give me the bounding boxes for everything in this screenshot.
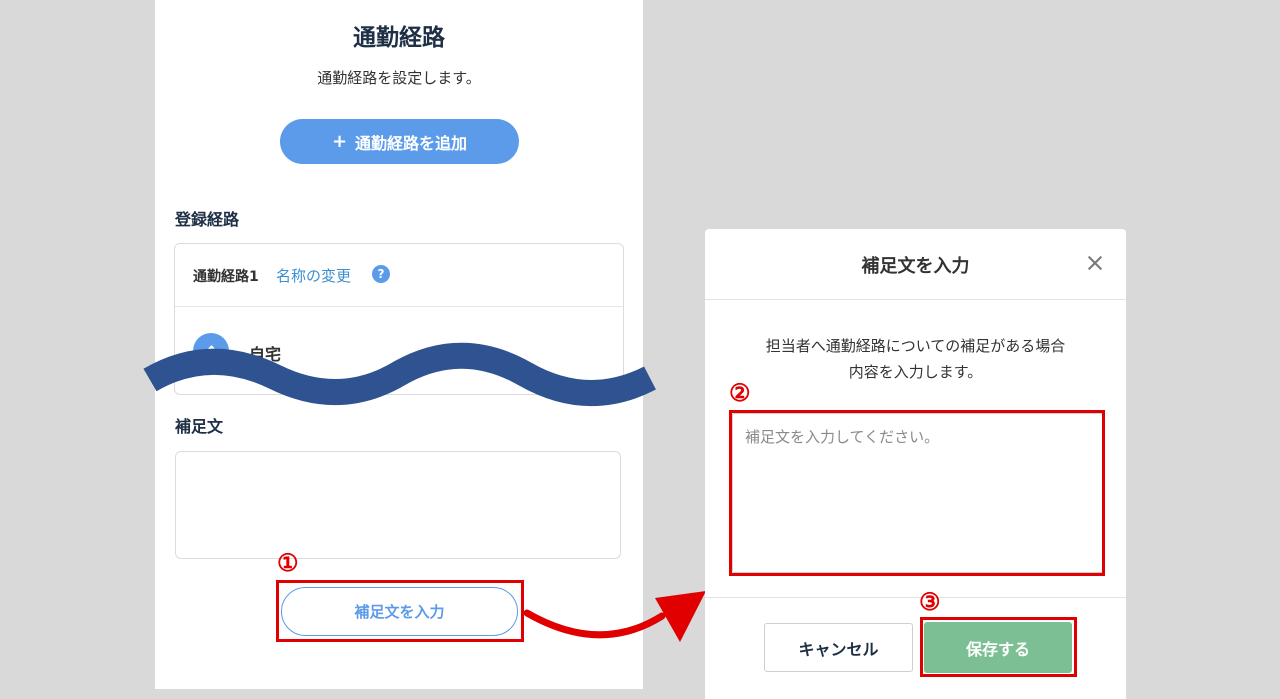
step-3-marker: ③	[919, 587, 941, 616]
save-button[interactable]: 保存する	[924, 622, 1072, 673]
modal-footer-divider	[705, 597, 1126, 598]
modal-header: 補足文を入力	[705, 229, 1126, 300]
add-route-button[interactable]: + 通勤経路を追加	[280, 119, 519, 164]
modal-description-line1: 担当者へ通勤経路についての補足がある場合	[765, 337, 1066, 355]
supplement-modal: 補足文を入力 担当者へ通勤経路についての補足がある場合 内容を入力します。 キャ…	[705, 229, 1126, 699]
left-panel: 通勤経路 通勤経路を設定します。 + 通勤経路を追加 登録経路 通勤経路1 名称…	[155, 0, 643, 689]
route-card-header: 通勤経路1 名称の変更 ?	[175, 244, 623, 307]
supplement-input[interactable]	[732, 413, 1103, 573]
cancel-button[interactable]: キャンセル	[764, 623, 913, 672]
modal-description-line2: 内容を入力します。	[848, 363, 983, 381]
route-card: 通勤経路1 名称の変更 ? 自宅	[174, 243, 624, 395]
plus-icon: +	[331, 131, 348, 152]
modal-title: 補足文を入力	[861, 256, 970, 277]
modal-description: 担当者へ通勤経路についての補足がある場合 内容を入力します。	[725, 333, 1106, 385]
step-2-marker: ②	[729, 378, 751, 407]
close-icon[interactable]	[1084, 252, 1106, 274]
rename-link[interactable]: 名称の変更	[276, 265, 351, 286]
home-icon	[193, 333, 229, 369]
step-1-marker: ①	[277, 548, 299, 577]
page-title: 通勤経路	[353, 25, 445, 51]
supplement-textarea[interactable]	[175, 451, 621, 559]
help-icon[interactable]: ?	[372, 265, 390, 283]
start-point-label: 自宅	[249, 345, 282, 364]
supplement-heading: 補足文	[175, 417, 224, 436]
enter-supplement-button[interactable]: 補足文を入力	[281, 587, 518, 636]
registered-routes-heading: 登録経路	[175, 210, 240, 229]
add-route-label: 通勤経路を追加	[355, 133, 468, 153]
page-description: 通勤経路を設定します。	[317, 69, 481, 87]
route-name: 通勤経路1	[193, 269, 259, 285]
